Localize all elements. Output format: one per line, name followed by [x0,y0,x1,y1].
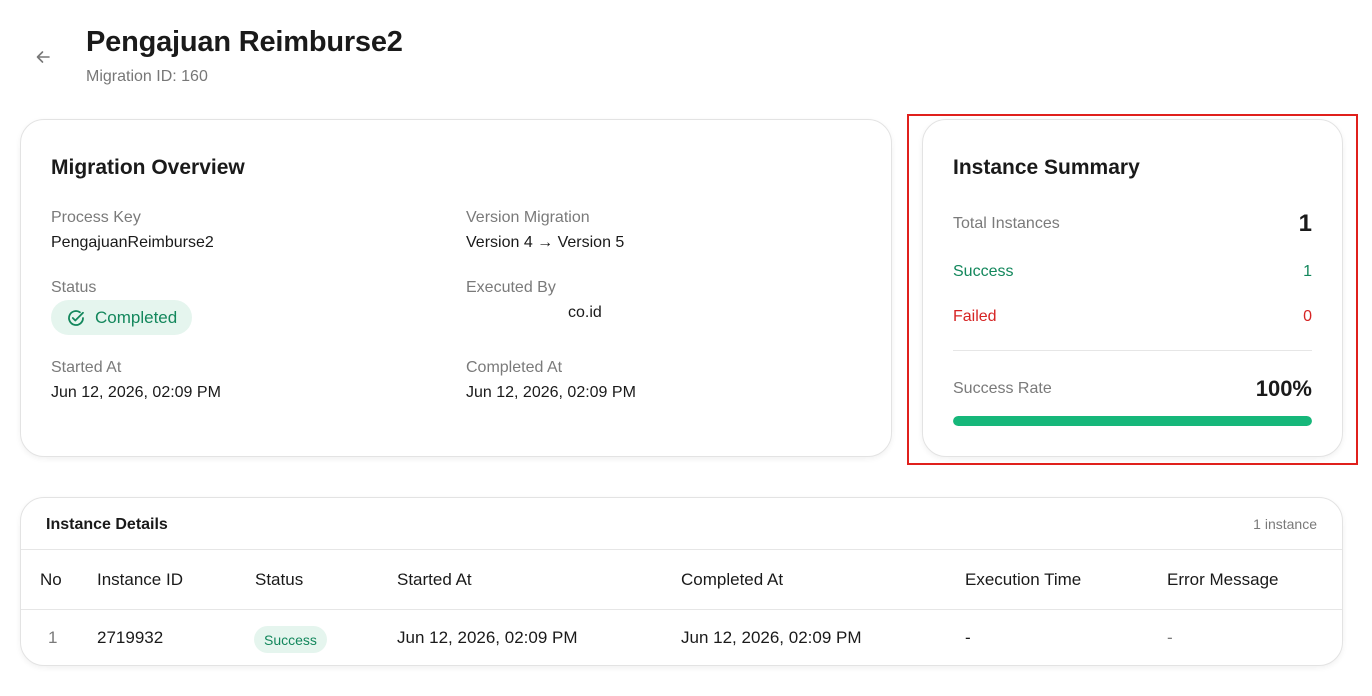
success-rate-value: 100% [1255,376,1312,401]
status-badge-label: Completed [95,307,178,327]
column-header-error-message: Error Message [1167,570,1279,589]
instance-count: 1 instance [1253,516,1317,532]
column-header-started-at: Started At [397,570,472,589]
cell-started-at: Jun 12, 2026, 02:09 PM [397,628,578,647]
summary-divider [953,350,1312,351]
cell-instance-id: 2719932 [97,628,164,647]
completed-at-label: Completed At [466,359,563,376]
status-badge: Completed [51,300,193,335]
column-header-no: No [40,570,62,589]
cell-status-badge: Success [254,626,327,653]
instance-details-card: Instance Details 1 instance No Instance … [20,497,1343,666]
table-row[interactable]: 1 2719932 Success Jun 12, 2026, 02:09 PM… [21,610,1342,665]
started-at-value: Jun 12, 2026, 02:09 PM [51,384,221,401]
failed-value: 0 [1303,308,1312,325]
column-header-execution-time: Execution Time [965,570,1082,589]
status-label: Status [51,279,97,296]
process-key-label: Process Key [51,209,141,226]
success-rate-label: Success Rate [953,380,1052,397]
table-header: No Instance ID Status Started At Complet… [21,550,1342,610]
instance-details-header: Instance Details 1 instance [21,498,1342,550]
started-at-label: Started At [51,359,122,376]
success-rate-row: Success Rate 100% [953,376,1312,402]
success-value: 1 [1303,263,1312,280]
version-migration-label: Version Migration [466,209,590,226]
process-key-value: PengajuanReimburse2 [51,234,214,251]
migration-overview-card: Migration Overview Process Key Pengajuan… [20,119,892,457]
success-rate-progress-bar [953,416,1312,426]
failed-label: Failed [953,308,997,325]
summary-title: Instance Summary [953,156,1140,179]
completed-at-value: Jun 12, 2026, 02:09 PM [466,384,636,401]
total-instances-value: 1 [1298,210,1312,237]
cell-no: 1 [48,628,58,647]
migration-id: Migration ID: 160 [86,68,208,85]
instance-details-title: Instance Details [46,516,168,533]
page-title: Pengajuan Reimburse2 [86,26,403,58]
cell-completed-at: Jun 12, 2026, 02:09 PM [681,628,862,647]
success-rate-progress-fill [953,416,1312,426]
instance-summary-card: Instance Summary Total Instances 1 Succe… [922,119,1343,457]
column-header-instance-id: Instance ID [97,570,183,589]
check-circle-icon [68,309,84,326]
cell-execution-time: - [965,628,971,647]
executed-by-value: co.id [568,304,602,321]
success-row: Success 1 [953,263,1312,281]
back-button[interactable] [32,46,54,68]
column-header-status: Status [255,570,304,589]
arrow-left-icon [36,51,50,63]
total-instances-label: Total Instances [953,215,1060,232]
success-label: Success [953,263,1014,280]
column-header-completed-at: Completed At [681,570,784,589]
failed-row: Failed 0 [953,308,1312,326]
version-migration-value: Version 4 → Version 5 [466,234,625,251]
executed-by-label: Executed By [466,279,556,296]
total-instances-row: Total Instances 1 [953,210,1312,238]
overview-title: Migration Overview [51,156,245,179]
cell-error-message: - [1167,628,1173,647]
